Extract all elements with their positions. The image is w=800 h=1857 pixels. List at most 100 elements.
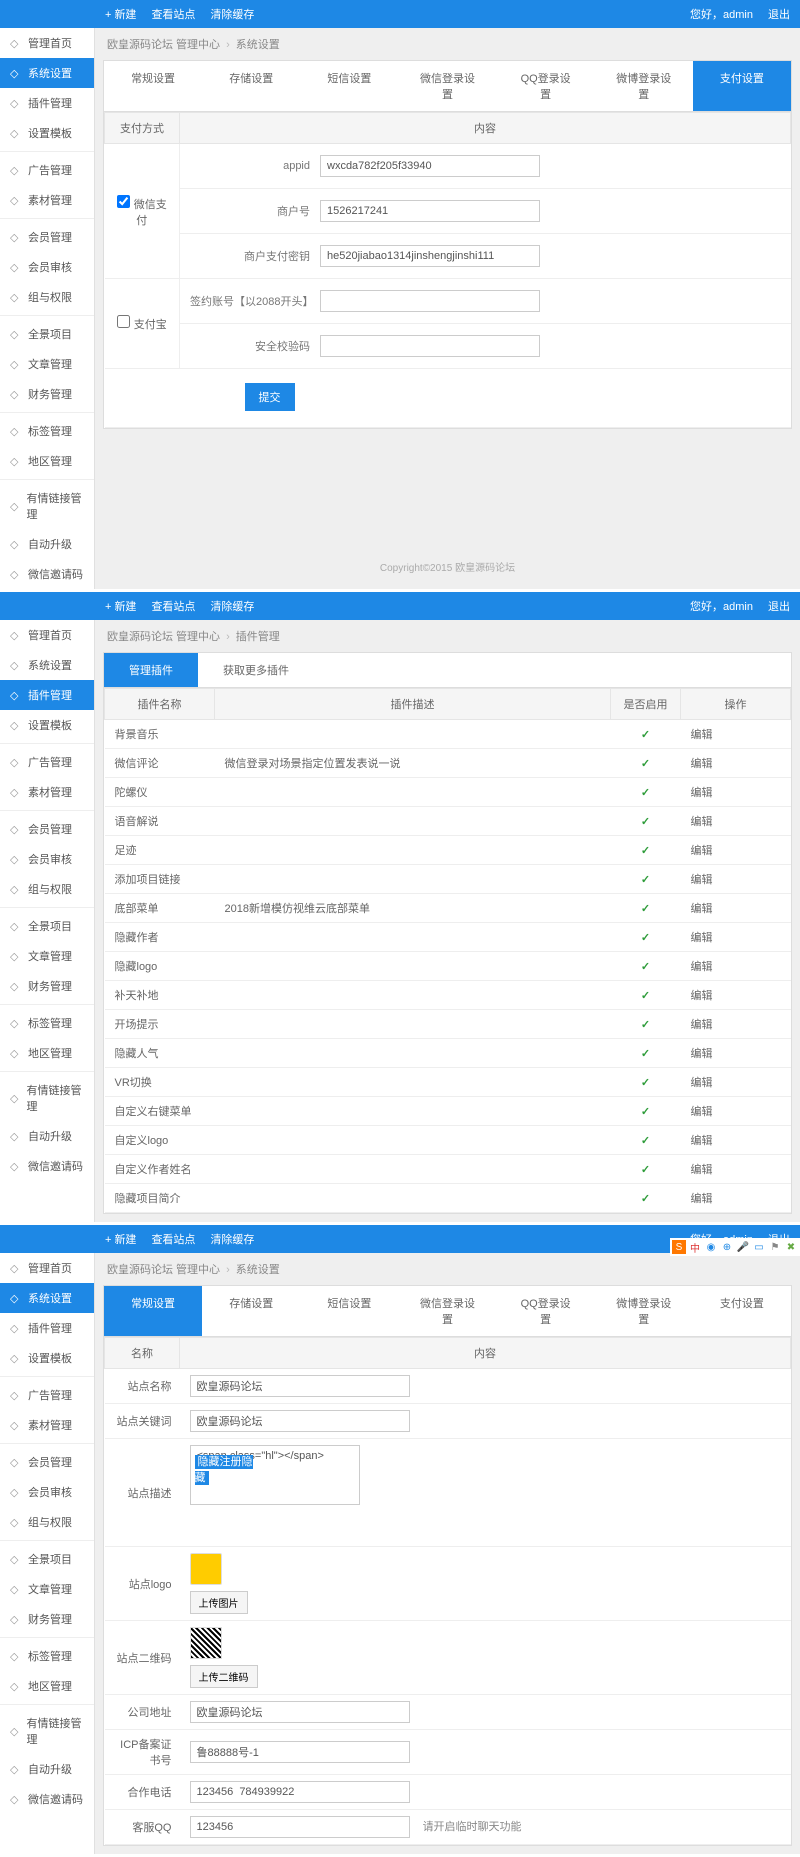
sidebar-item[interactable]: ◇插件管理	[0, 680, 94, 710]
clear-cache-button[interactable]: 清除缓存	[210, 598, 254, 614]
sidebar-item[interactable]: ◇财务管理	[0, 1604, 94, 1634]
tab[interactable]: 存储设置	[202, 1286, 300, 1336]
edit-link[interactable]: 编辑	[691, 1019, 713, 1031]
taskbar-icon[interactable]: S	[672, 1240, 686, 1254]
sidebar-item[interactable]: ◇管理首页	[0, 1253, 94, 1283]
sidebar-item[interactable]: ◇设置模板	[0, 118, 94, 148]
sidebar-item[interactable]: ◇微信邀请码	[0, 559, 94, 589]
edit-link[interactable]: 编辑	[691, 1164, 713, 1176]
edit-link[interactable]: 编辑	[691, 1106, 713, 1118]
contract-input[interactable]	[320, 290, 540, 312]
edit-link[interactable]: 编辑	[691, 1048, 713, 1060]
sidebar-item[interactable]: ◇自动升级	[0, 1754, 94, 1784]
sidebar-item[interactable]: ◇组与权限	[0, 282, 94, 312]
edit-link[interactable]: 编辑	[691, 1077, 713, 1089]
sidebar-item[interactable]: ◇会员管理	[0, 1447, 94, 1477]
sidebar-item[interactable]: ◇管理首页	[0, 620, 94, 650]
sidebar-item[interactable]: ◇标签管理	[0, 416, 94, 446]
sidebar-item[interactable]: ◇全景项目	[0, 1544, 94, 1574]
sidebar-item[interactable]: ◇会员审核	[0, 1477, 94, 1507]
taskbar-icon[interactable]: 中	[688, 1240, 702, 1254]
submit-button[interactable]: 提交	[245, 383, 295, 411]
edit-link[interactable]: 编辑	[691, 903, 713, 915]
sidebar-item[interactable]: ◇有情链接管理	[0, 483, 94, 529]
tab[interactable]: 存储设置	[202, 61, 300, 111]
upload-logo-button[interactable]: 上传图片	[190, 1591, 248, 1614]
tab[interactable]: 支付设置	[693, 61, 791, 111]
sidebar-item[interactable]: ◇会员审核	[0, 252, 94, 282]
sidebar-item[interactable]: ◇会员管理	[0, 814, 94, 844]
logout-button[interactable]: 退出	[768, 6, 790, 22]
edit-link[interactable]: 编辑	[691, 729, 713, 741]
sidebar-item[interactable]: ◇地区管理	[0, 1038, 94, 1068]
wxpay-checkbox[interactable]	[117, 195, 130, 208]
new-button[interactable]: +新建	[105, 1231, 136, 1247]
taskbar-icon[interactable]: ✖	[784, 1240, 798, 1254]
sidebar-item[interactable]: ◇自动升级	[0, 1121, 94, 1151]
sidebar-item[interactable]: ◇设置模板	[0, 1343, 94, 1373]
tab[interactable]: 支付设置	[693, 1286, 791, 1336]
tab-more-plugins[interactable]: 获取更多插件	[198, 653, 314, 687]
sidebar-item[interactable]: ◇设置模板	[0, 710, 94, 740]
sidebar-item[interactable]: ◇全景项目	[0, 911, 94, 941]
edit-link[interactable]: 编辑	[691, 932, 713, 944]
sidebar-item[interactable]: ◇插件管理	[0, 88, 94, 118]
logout-button[interactable]: 退出	[768, 598, 790, 614]
sidebar-item[interactable]: ◇系统设置	[0, 1283, 94, 1313]
site-name-input[interactable]	[190, 1375, 410, 1397]
tab[interactable]: 微博登录设置	[595, 61, 693, 111]
edit-link[interactable]: 编辑	[691, 990, 713, 1002]
sidebar-item[interactable]: ◇微信邀请码	[0, 1151, 94, 1181]
sidebar-item[interactable]: ◇微信邀请码	[0, 1784, 94, 1814]
clear-cache-button[interactable]: 清除缓存	[210, 6, 254, 22]
appid-input[interactable]	[320, 155, 540, 177]
sidebar-item[interactable]: ◇地区管理	[0, 446, 94, 476]
tab[interactable]: 常规设置	[104, 61, 202, 111]
sidebar-item[interactable]: ◇会员审核	[0, 844, 94, 874]
tab[interactable]: 微博登录设置	[595, 1286, 693, 1336]
site-keywords-input[interactable]	[190, 1410, 410, 1432]
sidebar-item[interactable]: ◇管理首页	[0, 28, 94, 58]
sidebar-item[interactable]: ◇财务管理	[0, 971, 94, 1001]
icp-input[interactable]	[190, 1741, 410, 1763]
taskbar-icon[interactable]: 🎤	[736, 1240, 750, 1254]
sidebar-item[interactable]: ◇全景项目	[0, 319, 94, 349]
merchant-key-input[interactable]	[320, 245, 540, 267]
edit-link[interactable]: 编辑	[691, 787, 713, 799]
sidebar-item[interactable]: ◇系统设置	[0, 58, 94, 88]
sidebar-item[interactable]: ◇有情链接管理	[0, 1075, 94, 1121]
sidebar-item[interactable]: ◇素材管理	[0, 1410, 94, 1440]
sidebar-item[interactable]: ◇财务管理	[0, 379, 94, 409]
edit-link[interactable]: 编辑	[691, 1193, 713, 1205]
sidebar-item[interactable]: ◇素材管理	[0, 185, 94, 215]
taskbar-icon[interactable]: ⊕	[720, 1240, 734, 1254]
sidebar-item[interactable]: ◇素材管理	[0, 777, 94, 807]
sidebar-item[interactable]: ◇标签管理	[0, 1641, 94, 1671]
sidebar-item[interactable]: ◇系统设置	[0, 650, 94, 680]
tab[interactable]: 短信设置	[300, 1286, 398, 1336]
edit-link[interactable]: 编辑	[691, 816, 713, 828]
view-site-button[interactable]: 查看站点	[151, 1231, 195, 1247]
sidebar-item[interactable]: ◇文章管理	[0, 1574, 94, 1604]
sidebar-item[interactable]: ◇自动升级	[0, 529, 94, 559]
new-button[interactable]: +新建	[105, 6, 136, 22]
tab[interactable]: 常规设置	[104, 1286, 202, 1336]
edit-link[interactable]: 编辑	[691, 874, 713, 886]
clear-cache-button[interactable]: 清除缓存	[210, 1231, 254, 1247]
sidebar-item[interactable]: ◇广告管理	[0, 1380, 94, 1410]
tab[interactable]: 微信登录设置	[398, 61, 496, 111]
edit-link[interactable]: 编辑	[691, 1135, 713, 1147]
tab[interactable]: QQ登录设置	[497, 1286, 595, 1336]
sidebar-item[interactable]: ◇插件管理	[0, 1313, 94, 1343]
company-input[interactable]	[190, 1701, 410, 1723]
sidebar-item[interactable]: ◇组与权限	[0, 1507, 94, 1537]
sidebar-item[interactable]: ◇文章管理	[0, 349, 94, 379]
edit-link[interactable]: 编辑	[691, 758, 713, 770]
taskbar-icon[interactable]: ⚑	[768, 1240, 782, 1254]
tab[interactable]: QQ登录设置	[497, 61, 595, 111]
alipay-checkbox[interactable]	[117, 315, 130, 328]
new-button[interactable]: +新建	[105, 598, 136, 614]
safecode-input[interactable]	[320, 335, 540, 357]
tab[interactable]: 短信设置	[300, 61, 398, 111]
sidebar-item[interactable]: ◇广告管理	[0, 747, 94, 777]
